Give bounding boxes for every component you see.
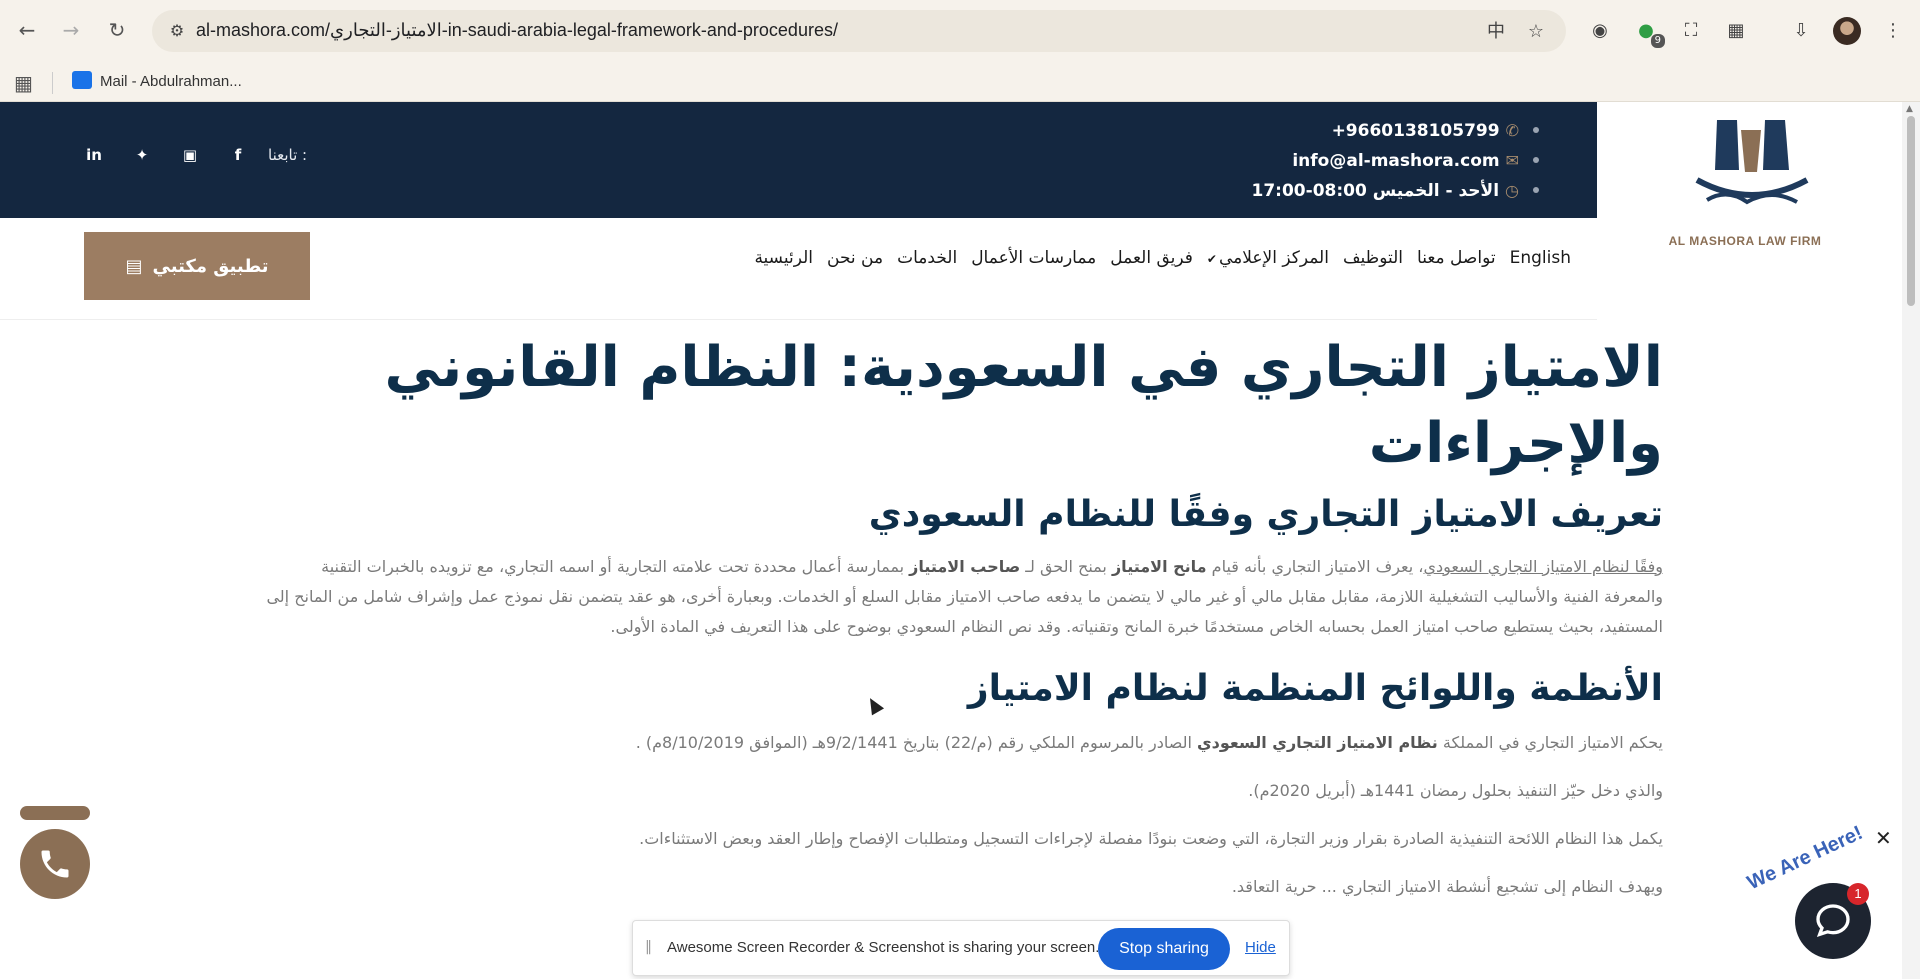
regulation-paragraph-4: ويهدف النظام إلى تشجيع أنشطة الامتياز ال… (1231, 877, 1663, 896)
scrollbar-thumb[interactable] (1907, 116, 1915, 306)
extension-grammar-icon[interactable]: ● 9 (1633, 18, 1665, 48)
site-info-icon[interactable]: ⚙ (166, 20, 188, 42)
article: الامتياز التجاري في السعودية: النظام الق… (258, 330, 1663, 902)
phone-text: +9660138105799 (1331, 121, 1500, 141)
contact-list: ✆ +9660138105799 ✉ info@al-mashora.com ◷ ال… (1252, 116, 1539, 206)
scroll-up-icon[interactable]: ▲ (1906, 104, 1913, 114)
apps-grid-icon[interactable]: ▦ (14, 71, 33, 95)
bookmark-mail-label: Mail - Abdulrahman... (100, 73, 242, 90)
screen-share-bar: ‖ Awesome Screen Recorder & Screenshot i… (632, 920, 1290, 976)
nav-media-label: المركز الإعلامي (1218, 248, 1329, 268)
bookmarks-bar: ▦ Mail - Abdulrahman... (0, 62, 1920, 102)
extension-recorder-icon[interactable]: ◉ (1587, 18, 1613, 44)
chevron-down-icon: ✔ (1206, 252, 1217, 266)
extension-badge: 9 (1650, 34, 1665, 48)
mail-icon (72, 71, 92, 89)
regulation-text-b: الصادر بالمرسوم الملكي رقم (م/22) بتاريخ… (635, 733, 1197, 752)
address-bar[interactable]: ⚙ al-mashora.com/الامتياز-التجاري-in-sau… (152, 10, 1566, 52)
stop-sharing-button[interactable]: Stop sharing (1098, 928, 1230, 970)
url-text[interactable]: al-mashora.com/الامتياز-التجاري-in-saudi… (196, 20, 838, 41)
franchise-law-link[interactable]: وفقًا لنظام الامتياز التجاري السعودي (1423, 557, 1663, 576)
chat-close-icon[interactable]: ✕ (1875, 826, 1892, 850)
social-links: in ✦ ▣ f تابعنا : (70, 146, 307, 164)
definition-bold-a: مانح الامتياز (1111, 557, 1207, 576)
hours-text: الأحد - الخميس 08:00-17:00 (1251, 181, 1500, 201)
page-title: الامتياز التجاري في السعودية: النظام الق… (384, 335, 1663, 476)
bullet (1533, 127, 1539, 133)
screenshot-icon[interactable]: ⛶ (1678, 18, 1704, 44)
call-pill[interactable] (20, 806, 90, 820)
reload-icon[interactable]: ↻ (102, 15, 132, 45)
chat-bubble-icon (1816, 904, 1850, 937)
browser-menu-icon[interactable]: ⋮ (1880, 18, 1906, 44)
browser-toolbar: ← → ↻ ⚙ al-mashora.com/الامتياز-التجاري-… (0, 0, 1920, 62)
translate-icon[interactable]: 中 (1484, 20, 1508, 44)
drag-handle-icon[interactable]: ‖ (645, 939, 652, 955)
nav-contact[interactable]: تواصل معنا (1417, 248, 1496, 268)
nav-about[interactable]: من نحن (827, 248, 883, 268)
main-navigation: تطبيق مكتبي ▤ الرئيسية من نحن الخدمات مم… (0, 218, 1597, 320)
phone-icon: ✆ (1505, 121, 1519, 140)
definition-paragraph: وفقًا لنظام الامتياز التجاري السعودي، يع… (258, 552, 1663, 642)
regulation-paragraph-1: يحكم الامتياز التجاري في المملكة نظام ال… (258, 728, 1663, 758)
nav-team[interactable]: فريق العمل (1110, 248, 1193, 268)
document-icon: ▤ (125, 255, 143, 277)
profile-avatar[interactable] (1833, 17, 1861, 45)
nav-english[interactable]: English (1510, 248, 1571, 268)
linkedin-icon[interactable]: in (70, 146, 118, 164)
clock-icon: ◷ (1505, 181, 1519, 200)
app-cta-label: تطبيق مكتبي (152, 255, 269, 277)
screen-share-message: Awesome Screen Recorder & Screenshot is … (667, 939, 1100, 956)
definition-text-b: بمنح الحق لـ (1020, 557, 1112, 576)
chat-unread-badge: 1 (1847, 883, 1869, 905)
page-viewport: ✆ +9660138105799 ✉ info@al-mashora.com ◷ ال… (0, 102, 1920, 979)
nav-home[interactable]: الرئيسية (754, 248, 813, 268)
regulation-bold: نظام الامتياز التجاري السعودي (1197, 733, 1438, 752)
extensions-puzzle-icon[interactable]: ▦ (1723, 18, 1749, 44)
definition-text-a: ، يعرف الامتياز التجاري بأنه قيام (1206, 557, 1424, 576)
bookmark-star-icon[interactable]: ☆ (1524, 20, 1548, 44)
regulation-paragraph-2: والذي دخل حيّز التنفيذ بحلول رمضان 1441ه… (1248, 781, 1663, 800)
facebook-icon[interactable]: f (214, 146, 262, 164)
download-icon[interactable]: ⇩ (1788, 18, 1814, 44)
call-button[interactable] (20, 829, 90, 899)
nav-menu: الرئيسية من نحن الخدمات ممارسات الأعمال … (754, 248, 1571, 268)
contact-phone[interactable]: ✆ +9660138105799 (1252, 116, 1539, 146)
nav-practices[interactable]: ممارسات الأعمال (971, 248, 1096, 268)
regulation-text-a: يحكم الامتياز التجاري في المملكة (1437, 733, 1663, 752)
section-heading-definition: تعريف الامتياز التجاري وفقًا للنظام السع… (868, 494, 1663, 535)
section-heading-regulations: الأنظمة واللوائح المنظمة لنظام الامتياز (967, 668, 1663, 709)
email-text: info@al-mashora.com (1292, 151, 1500, 171)
twitter-icon[interactable]: ✦ (118, 146, 166, 164)
nav-careers[interactable]: التوظيف (1343, 248, 1403, 268)
logo-latin-text: AL MASHORA LAW FIRM (1668, 234, 1822, 248)
definition-bold-b: صاحب الامتياز (909, 557, 1021, 576)
phone-call-icon (41, 850, 69, 878)
contact-topbar: ✆ +9660138105799 ✉ info@al-mashora.com ◷ ال… (0, 102, 1597, 218)
logo-emblem-icon (1695, 120, 1809, 205)
envelope-icon: ✉ (1505, 151, 1519, 170)
bookmark-divider (52, 72, 53, 94)
hide-link[interactable]: Hide (1245, 939, 1276, 956)
regulation-paragraph-3: يكمل هذا النظام اللائحة التنفيذية الصادر… (639, 829, 1663, 848)
nav-media[interactable]: المركز الإعلامي✔ (1207, 248, 1329, 268)
page-scrollbar[interactable]: ▲ (1902, 102, 1920, 979)
nav-services[interactable]: الخدمات (897, 248, 957, 268)
site-logo[interactable]: AL MASHORA LAW FIRM (1597, 102, 1902, 320)
follow-label: تابعنا : (268, 146, 308, 164)
forward-icon[interactable]: → (56, 15, 86, 45)
bullet (1533, 187, 1539, 193)
app-cta-button[interactable]: تطبيق مكتبي ▤ (84, 232, 310, 300)
back-icon[interactable]: ← (12, 15, 42, 45)
contact-hours: ◷ الأحد - الخميس 08:00-17:00 (1252, 176, 1539, 206)
bullet (1533, 157, 1539, 163)
instagram-icon[interactable]: ▣ (166, 146, 214, 164)
contact-email[interactable]: ✉ info@al-mashora.com (1252, 146, 1539, 176)
bookmark-mail[interactable]: Mail - Abdulrahman... (72, 71, 242, 90)
